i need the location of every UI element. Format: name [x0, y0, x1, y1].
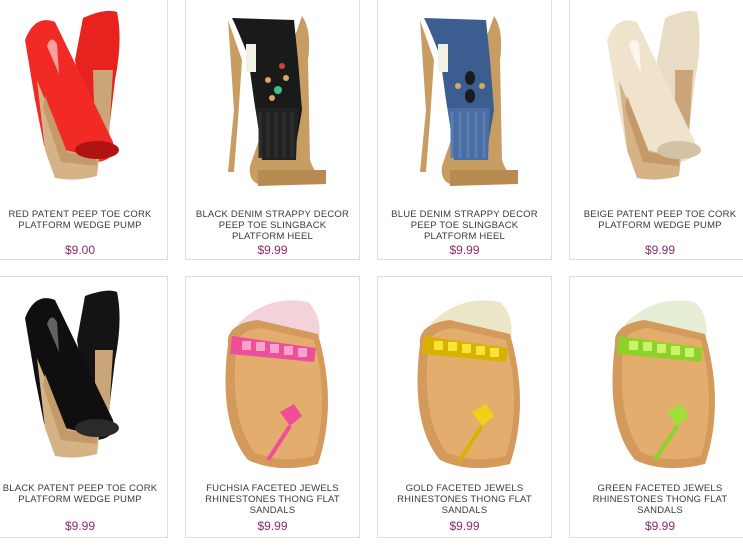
product-name[interactable]: BLUE DENIM STRAPPY DECOR PEEP TOE SLINGB… [384, 209, 545, 242]
product-price: $9.99 [644, 519, 676, 533]
gold-thong-sandal-image[interactable] [378, 281, 551, 477]
product-card[interactable]: BLACK DENIM STRAPPY DECOR PEEP TOE SLING… [185, 0, 360, 260]
product-price: $9.99 [449, 519, 480, 533]
beige-wedge-pump-image[interactable] [570, 0, 743, 193]
product-card[interactable]: RED PATENT PEEP TOE CORK PLATFORM WEDGE … [0, 0, 168, 260]
product-card[interactable]: BLACK PATENT PEEP TOE CORK PLATFORM WEDG… [0, 276, 168, 538]
blue-strappy-platform-heel-image[interactable] [378, 0, 551, 193]
product-name[interactable]: FUCHSIA FACETED JEWELS RHINESTONES THONG… [192, 483, 353, 516]
product-name[interactable]: BLACK PATENT PEEP TOE CORK PLATFORM WEDG… [0, 483, 161, 505]
product-price: $9.99 [257, 519, 288, 533]
product-card[interactable]: FUCHSIA FACETED JEWELS RHINESTONES THONG… [185, 276, 360, 538]
black-strappy-platform-heel-image[interactable] [186, 0, 359, 193]
product-card[interactable]: GREEN FACETED JEWELS RHINESTONES THONG F… [569, 276, 743, 538]
red-wedge-pump-image[interactable] [0, 0, 167, 193]
product-price: $9.99 [257, 243, 288, 257]
product-price: $9.99 [644, 243, 676, 257]
product-card[interactable]: GOLD FACETED JEWELS RHINESTONES THONG FL… [377, 276, 552, 538]
black-wedge-pump-image[interactable] [0, 281, 167, 477]
product-price: $9.00 [64, 243, 96, 257]
product-price: $9.99 [64, 519, 96, 533]
product-card[interactable]: BLUE DENIM STRAPPY DECOR PEEP TOE SLINGB… [377, 0, 552, 260]
product-name[interactable]: GREEN FACETED JEWELS RHINESTONES THONG F… [576, 483, 743, 516]
product-name[interactable]: RED PATENT PEEP TOE CORK PLATFORM WEDGE … [0, 209, 161, 231]
product-name[interactable]: GOLD FACETED JEWELS RHINESTONES THONG FL… [384, 483, 545, 516]
product-card[interactable]: BEIGE PATENT PEEP TOE CORK PLATFORM WEDG… [569, 0, 743, 260]
product-name[interactable]: BLACK DENIM STRAPPY DECOR PEEP TOE SLING… [192, 209, 353, 242]
fuchsia-thong-sandal-image[interactable] [186, 281, 359, 477]
product-name[interactable]: BEIGE PATENT PEEP TOE CORK PLATFORM WEDG… [576, 209, 743, 231]
product-price: $9.99 [449, 243, 480, 257]
green-thong-sandal-image[interactable] [570, 281, 743, 477]
product-grid: RED PATENT PEEP TOE CORK PLATFORM WEDGE … [0, 0, 743, 547]
